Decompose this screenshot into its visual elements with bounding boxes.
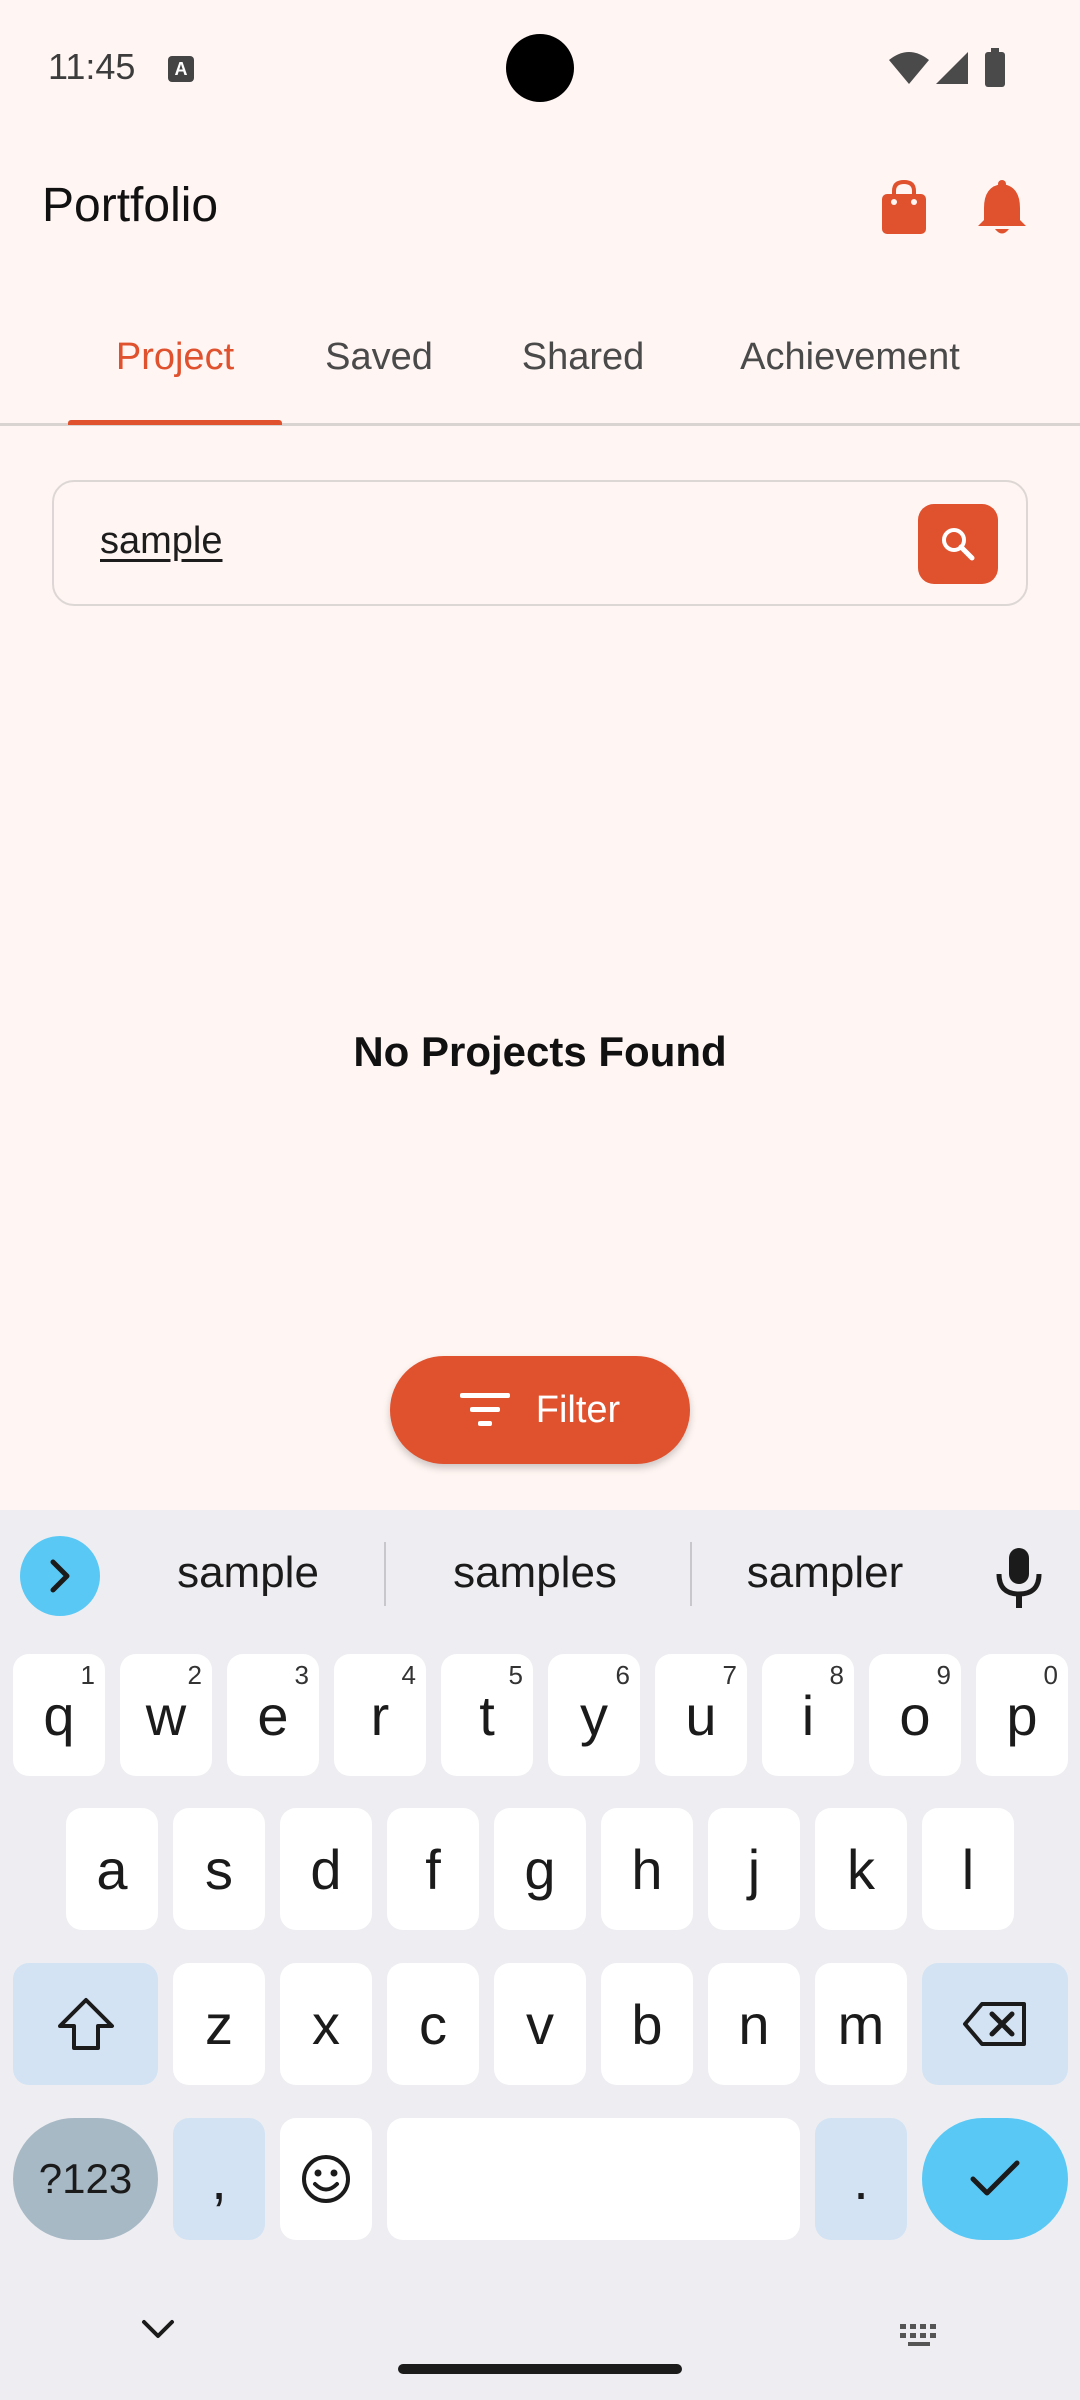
key-hint: 8 <box>829 1660 844 1690</box>
tab-project[interactable]: Project <box>68 336 282 379</box>
key-e[interactable]: e3 <box>227 1654 319 1776</box>
empty-state-message: No Projects Found <box>353 1028 727 1075</box>
key-x[interactable]: x <box>280 1963 372 2085</box>
key-f[interactable]: f <box>387 1808 479 1930</box>
search-input-value[interactable]: sample <box>100 520 223 563</box>
key-hint: 7 <box>722 1660 737 1690</box>
key-u[interactable]: u7 <box>655 1654 747 1776</box>
camera-cutout <box>506 34 574 102</box>
home-indicator[interactable] <box>398 2364 682 2374</box>
key-v[interactable]: v <box>494 1963 586 2085</box>
shift-key[interactable] <box>13 1963 158 2085</box>
tab-bar: Project Saved Shared Achievement <box>0 310 1080 426</box>
page-title: Portfolio <box>42 179 219 232</box>
key-h[interactable]: h <box>601 1808 693 1930</box>
key-a[interactable]: a <box>66 1808 158 1930</box>
search-icon <box>942 528 975 561</box>
filter-icon <box>459 1393 510 1426</box>
microphone-icon[interactable] <box>992 1546 1046 1610</box>
tab-saved[interactable]: Saved <box>304 336 454 379</box>
signal-icon <box>936 52 968 84</box>
enter-key[interactable] <box>922 2118 1068 2240</box>
key-hint: 3 <box>294 1660 309 1690</box>
key-r[interactable]: r4 <box>334 1654 426 1776</box>
backspace-key[interactable] <box>922 1963 1068 2085</box>
key-g[interactable]: g <box>494 1808 586 1930</box>
key-s[interactable]: s <box>173 1808 265 1930</box>
comma-key[interactable]: , <box>173 2118 265 2240</box>
filter-button[interactable]: Filter <box>390 1356 690 1464</box>
key-n[interactable]: n <box>708 1963 800 2085</box>
key-hint: 5 <box>508 1660 523 1690</box>
key-i[interactable]: i8 <box>762 1654 854 1776</box>
input-method-icon: A <box>168 56 194 82</box>
search-button[interactable] <box>918 504 998 584</box>
key-o[interactable]: o9 <box>869 1654 961 1776</box>
key-label: y <box>580 1683 608 1747</box>
key-label: u <box>685 1683 717 1747</box>
key-hint: 9 <box>936 1660 951 1690</box>
key-label: i <box>801 1683 815 1747</box>
key-z[interactable]: z <box>173 1963 265 2085</box>
tab-achievement[interactable]: Achievement <box>720 336 980 379</box>
key-d[interactable]: d <box>280 1808 372 1930</box>
key-p[interactable]: p0 <box>976 1654 1068 1776</box>
emoji-key[interactable] <box>280 2118 372 2240</box>
suggestion-1[interactable]: sample <box>130 1548 366 1598</box>
key-c[interactable]: c <box>387 1963 479 2085</box>
symbols-key[interactable]: ?123 <box>13 2118 158 2240</box>
wifi-icon <box>889 52 929 84</box>
key-t[interactable]: t5 <box>441 1654 533 1776</box>
key-hint: 2 <box>187 1660 202 1690</box>
key-label: e <box>257 1683 289 1747</box>
key-label: w <box>145 1683 187 1747</box>
keyboard-switch-icon[interactable] <box>898 2322 942 2348</box>
search-input[interactable]: sample <box>52 480 1028 606</box>
space-key[interactable] <box>387 2118 800 2240</box>
key-hint: 1 <box>80 1660 95 1690</box>
key-k[interactable]: k <box>815 1808 907 1930</box>
notification-bell-icon[interactable] <box>976 178 1028 238</box>
suggestion-2[interactable]: samples <box>390 1548 680 1598</box>
key-l[interactable]: l <box>922 1808 1014 1930</box>
status-bar: 11:45 A <box>0 0 1080 136</box>
key-hint: 6 <box>615 1660 630 1690</box>
key-label: t <box>479 1683 495 1747</box>
key-label: r <box>370 1683 390 1747</box>
tab-shared[interactable]: Shared <box>500 336 666 379</box>
key-w[interactable]: w2 <box>120 1654 212 1776</box>
key-m[interactable]: m <box>815 1963 907 2085</box>
shift-icon <box>57 1998 114 2050</box>
key-label: o <box>899 1683 931 1747</box>
suggestion-toggle-button[interactable] <box>20 1536 100 1616</box>
suggestion-3[interactable]: sampler <box>700 1548 950 1598</box>
chevron-right-icon <box>50 1559 70 1593</box>
status-time: 11:45 <box>48 46 136 87</box>
key-label: q <box>43 1683 75 1747</box>
hide-keyboard-chevron-icon[interactable] <box>140 2318 176 2340</box>
period-key[interactable]: . <box>815 2118 907 2240</box>
shopping-bag-icon[interactable] <box>880 180 928 236</box>
backspace-icon <box>963 2002 1026 2046</box>
active-tab-indicator <box>68 420 282 425</box>
suggestion-divider <box>690 1542 692 1606</box>
suggestion-divider <box>384 1542 386 1606</box>
key-y[interactable]: y6 <box>548 1654 640 1776</box>
checkmark-icon <box>970 2160 1020 2196</box>
key-hint: 0 <box>1043 1660 1058 1690</box>
battery-icon <box>985 48 1005 87</box>
on-screen-keyboard: sample samples sampler q1 w2 e3 r4 t5 y6… <box>0 1510 1080 2400</box>
filter-label: Filter <box>535 1388 621 1431</box>
key-b[interactable]: b <box>601 1963 693 2085</box>
key-hint: 4 <box>401 1660 416 1690</box>
key-j[interactable]: j <box>708 1808 800 1930</box>
key-label: p <box>1006 1683 1038 1747</box>
key-q[interactable]: q1 <box>13 1654 105 1776</box>
emoji-icon <box>302 2155 350 2203</box>
